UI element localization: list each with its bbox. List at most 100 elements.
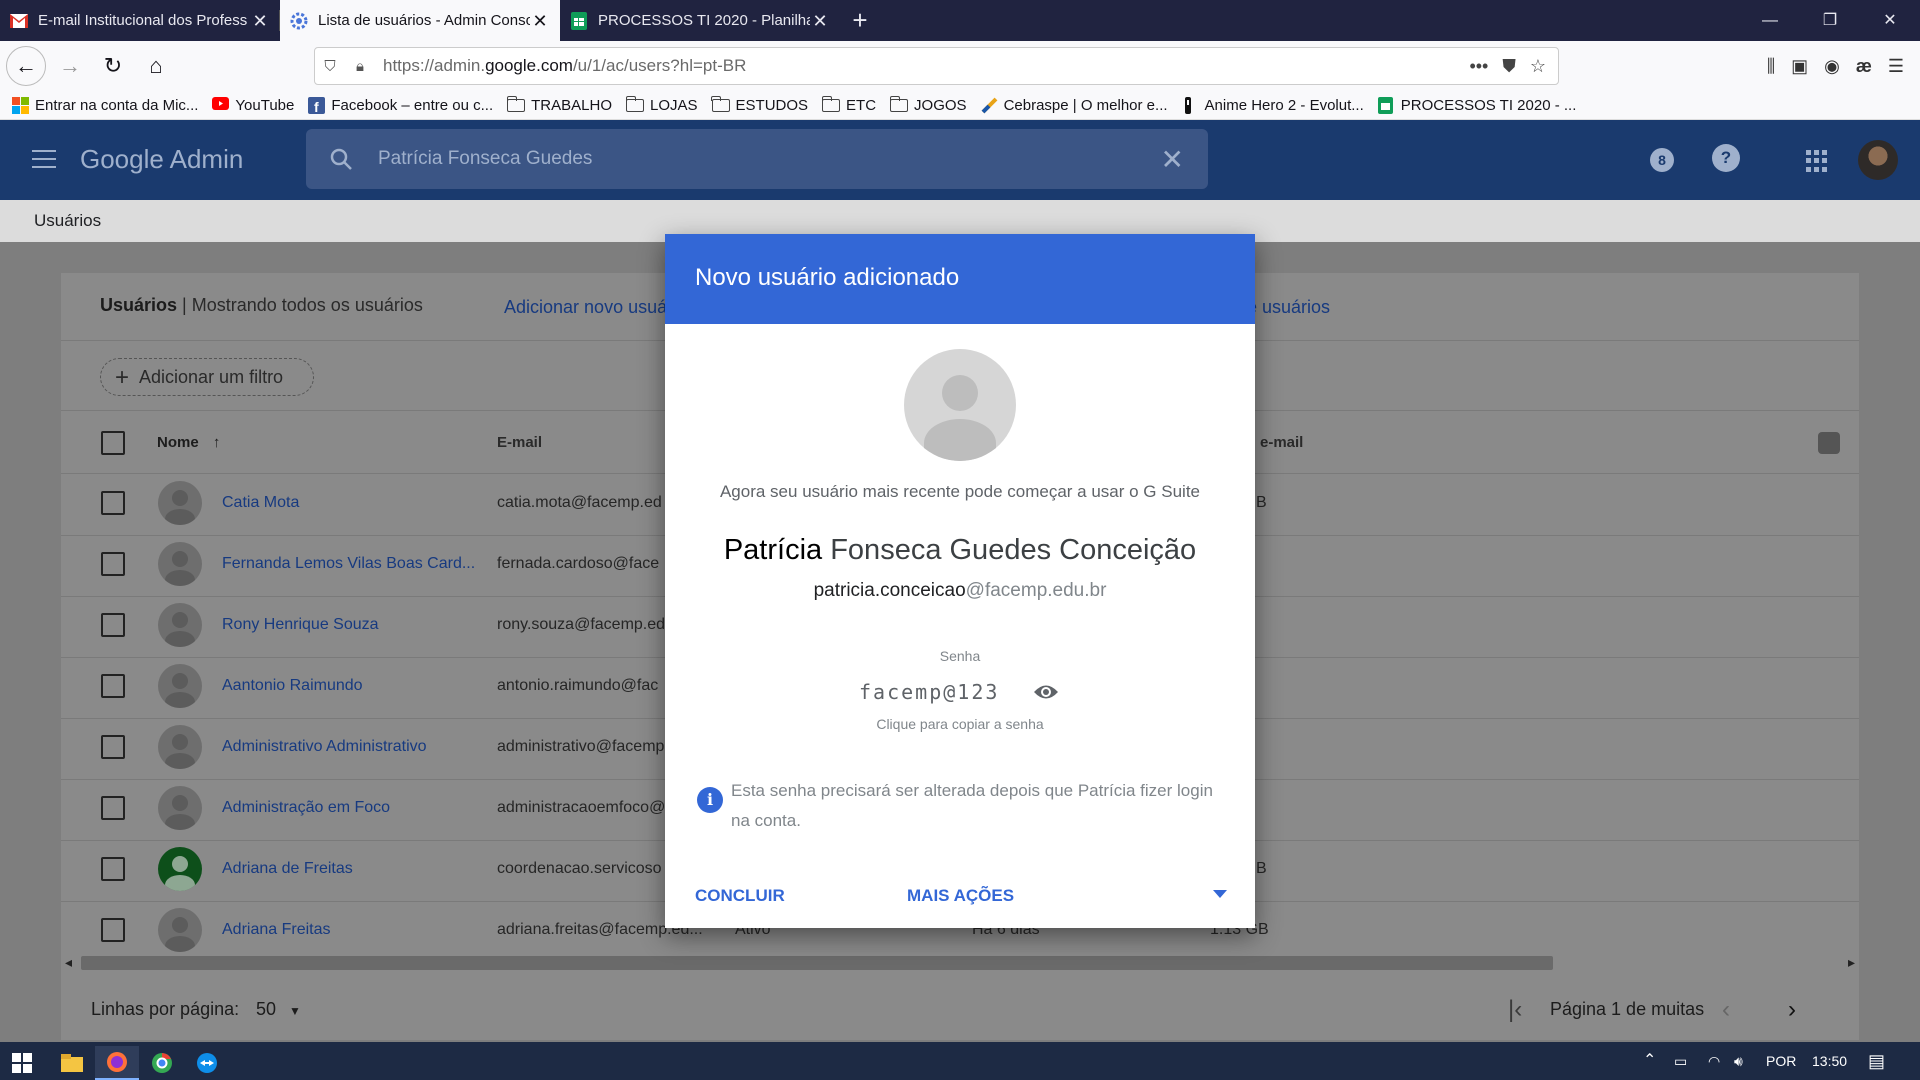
horizontal-scrollbar[interactable]: ◂ ▸ [61, 953, 1859, 973]
volume-icon[interactable]: 🔊︎ [1734, 1042, 1743, 1080]
clock[interactable]: 13:50 [1812, 1042, 1847, 1080]
user-name-link[interactable]: Administrativo Administrativo [222, 738, 427, 756]
bookmark-star-icon[interactable]: ☆ [1530, 56, 1546, 77]
scroll-right-icon[interactable]: ▸ [1848, 954, 1855, 971]
extension-icon[interactable]: æ [1856, 56, 1872, 77]
row-checkbox[interactable] [101, 857, 125, 881]
page-actions-icon[interactable]: ••• [1469, 56, 1488, 77]
row-checkbox[interactable] [101, 613, 125, 637]
bookmark-anime-hero[interactable]: Anime Hero 2 - Evolut... [1182, 96, 1364, 114]
row-checkbox[interactable] [101, 796, 125, 820]
chrome-icon[interactable] [140, 1046, 184, 1080]
pocket-icon[interactable]: ⛊ [1502, 56, 1516, 77]
sheets-icon [1377, 96, 1395, 114]
breadcrumb[interactable]: Usuários [34, 211, 101, 231]
bookmark-folder-lojas[interactable]: LOJAS [625, 95, 698, 114]
column-header-email[interactable]: E-mail [497, 434, 542, 451]
password-value[interactable]: facemp@123 [859, 680, 999, 704]
row-checkbox[interactable] [101, 674, 125, 698]
file-explorer-icon[interactable] [50, 1046, 94, 1080]
first-page-icon[interactable]: |‹ [1508, 996, 1522, 1024]
user-name-link[interactable]: Adriana Freitas [222, 921, 331, 939]
rows-per-page-select[interactable]: 50 ▼ [256, 999, 301, 1020]
battery-icon[interactable]: ▭ [1674, 1042, 1687, 1080]
tab-admin-users[interactable]: Lista de usuários - Admin Conso ✕ [280, 0, 560, 41]
apps-grid-icon[interactable] [1806, 150, 1828, 172]
column-header-name[interactable]: Nome ↑ [157, 434, 220, 451]
done-button[interactable]: CONCLUIR [695, 886, 785, 906]
scroll-left-icon[interactable]: ◂ [65, 954, 72, 971]
column-header-storage[interactable]: e-mail [1260, 434, 1303, 451]
shield-icon[interactable]: ⛉ [315, 58, 345, 75]
bookmark-cebraspe[interactable]: Cebraspe | O melhor e... [981, 97, 1168, 114]
bookmark-microsoft[interactable]: Entrar na conta da Mic... [12, 96, 198, 114]
more-actions-dropdown-icon[interactable] [1213, 890, 1227, 898]
scrollbar-thumb[interactable] [81, 956, 1553, 970]
close-tab-icon[interactable]: ✕ [810, 11, 830, 31]
windows-start-icon[interactable] [0, 1046, 44, 1080]
user-name-link[interactable]: Rony Henrique Souza [222, 616, 379, 634]
user-name-link[interactable]: Administração em Foco [222, 799, 390, 817]
user-name-link[interactable]: Catia Mota [222, 494, 299, 512]
more-actions-button[interactable]: MAIS AÇÕES [907, 886, 1014, 906]
restore-icon[interactable]: ❐ [1800, 0, 1860, 41]
account-avatar[interactable] [1858, 140, 1898, 180]
wifi-icon[interactable]: ◠ [1708, 1042, 1720, 1080]
close-tab-icon[interactable]: ✕ [250, 11, 270, 31]
show-password-eye-icon[interactable] [1033, 683, 1059, 701]
row-checkbox[interactable] [101, 735, 125, 759]
bookmark-sheets[interactable]: PROCESSOS TI 2020 - ... [1377, 96, 1576, 114]
user-name-link[interactable]: Fernanda Lemos Vilas Boas Card... [222, 555, 475, 573]
add-user-link[interactable]: Adicionar novo usuá [504, 297, 667, 318]
close-tab-icon[interactable]: ✕ [530, 11, 550, 31]
url-text[interactable]: https://admin.google.com/u/1/ac/users?hl… [375, 56, 1469, 76]
new-user-name: Patrícia Fonseca Guedes Conceição [723, 534, 1197, 566]
show-hidden-icons-icon[interactable]: ⌃ [1643, 1042, 1656, 1080]
next-page-icon[interactable]: › [1788, 996, 1796, 1024]
lock-icon[interactable]: 🔒︎ [345, 58, 375, 75]
google-admin-logo[interactable]: Google Admin [80, 144, 243, 175]
forward-button[interactable]: → [51, 47, 89, 85]
account-icon[interactable]: ◉ [1824, 56, 1840, 77]
close-window-icon[interactable]: ✕ [1860, 0, 1920, 41]
tab-email[interactable]: E-mail Institucional dos Profess ✕ [0, 0, 280, 41]
row-checkbox[interactable] [101, 552, 125, 576]
reload-button[interactable]: ↻ [94, 47, 132, 85]
search-bar[interactable]: Patrícia Fonseca Guedes ✕ [306, 129, 1208, 189]
menu-icon[interactable]: ☰ [1888, 56, 1904, 77]
user-name-link[interactable]: Aantonio Raimundo [222, 677, 363, 695]
users-action-link[interactable]: e usuários [1247, 297, 1330, 318]
previous-page-icon[interactable]: ‹ [1722, 996, 1730, 1024]
row-checkbox[interactable] [101, 918, 125, 942]
teamviewer-icon[interactable] [185, 1046, 229, 1080]
library-icon[interactable]: ⫼ [1767, 56, 1775, 77]
bookmark-folder-etc[interactable]: ETC [821, 95, 876, 114]
bookmark-youtube[interactable]: YouTube [212, 96, 294, 114]
navigation-bar: ← → ↻ ⌂ ⛉ 🔒︎ https://admin.google.com/u/… [0, 41, 1920, 91]
tab-sheets[interactable]: PROCESSOS TI 2020 - Planilhas ✕ [560, 0, 840, 41]
add-filter-button[interactable]: + Adicionar um filtro [100, 358, 314, 396]
new-tab-button[interactable]: + [840, 0, 880, 41]
search-input[interactable]: Patrícia Fonseca Guedes [378, 148, 592, 170]
back-button[interactable]: ← [6, 46, 46, 86]
help-icon[interactable]: ? [1712, 144, 1740, 172]
user-name-link[interactable]: Adriana de Freitas [222, 860, 353, 878]
sidebar-icon[interactable]: ▣ [1791, 56, 1808, 77]
users-card-title: Usuários | Mostrando todos os usuários [100, 295, 423, 315]
bookmark-folder-jogos[interactable]: JOGOS [889, 95, 967, 114]
bookmark-facebook[interactable]: f Facebook – entre ou c... [308, 96, 493, 115]
clear-search-icon[interactable]: ✕ [1161, 143, 1184, 176]
select-all-checkbox[interactable] [101, 431, 125, 455]
input-language[interactable]: POR [1766, 1042, 1796, 1080]
url-bar[interactable]: ⛉ 🔒︎ https://admin.google.com/u/1/ac/use… [314, 47, 1559, 85]
notifications-icon[interactable]: ▤ [1868, 1042, 1885, 1080]
support-icon[interactable]: 8 [1650, 148, 1674, 172]
home-button[interactable]: ⌂ [137, 47, 175, 85]
firefox-icon[interactable] [95, 1046, 139, 1080]
minimize-icon[interactable]: — [1740, 0, 1800, 41]
bookmark-folder-trabalho[interactable]: TRABALHO [506, 95, 612, 114]
main-menu-icon[interactable] [32, 150, 56, 170]
row-checkbox[interactable] [101, 491, 125, 515]
column-settings-gear-icon[interactable] [1818, 432, 1840, 454]
bookmark-folder-estudos[interactable]: ESTUDOS [711, 95, 808, 114]
